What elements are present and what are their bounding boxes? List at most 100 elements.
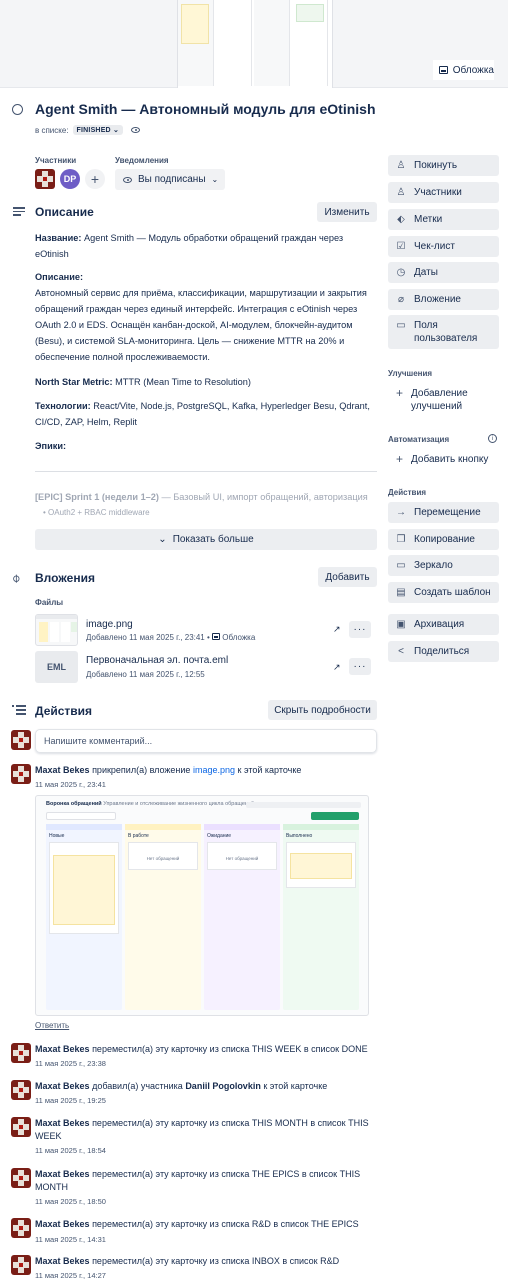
sidebar-labels-button[interactable]: ⬖ Метки: [388, 209, 499, 230]
activity-user[interactable]: Maxat Bekes: [35, 1169, 90, 1179]
sidebar-label: Копирование: [414, 534, 475, 545]
activity-entry: Maxat Bekes переместил(а) эту карточку и…: [35, 1218, 380, 1231]
sidebar-share-button[interactable]: < Поделиться: [388, 641, 499, 662]
activity-entry: Maxat Bekes переместил(а) эту карточку и…: [35, 1255, 380, 1268]
attachment-preview[interactable]: Воронка обращений Управление и отслежива…: [35, 795, 369, 1016]
card-title[interactable]: Agent Smith — Автономный модуль для eOti…: [35, 101, 376, 117]
sidebar-label: Вложение: [414, 294, 461, 305]
attachment-more-button[interactable]: ···: [349, 621, 371, 638]
activity-icon: [12, 705, 26, 715]
plus-icon: +: [396, 452, 404, 466]
activity-user[interactable]: Maxat Bekes: [35, 1044, 90, 1054]
description-body: Описание: Автономный сервис для приёма, к…: [35, 269, 375, 365]
nsm: North Star Metric: MTTR (Mean Time to Re…: [35, 374, 375, 390]
cover-button[interactable]: Обложка: [432, 60, 494, 80]
paperclip-icon: ⌀: [397, 294, 405, 305]
activity-time[interactable]: 11 мая 2025 г., 18:50: [35, 1197, 106, 1206]
activity-link[interactable]: image.png: [193, 765, 235, 775]
avatar: [11, 730, 31, 750]
avatar-dp[interactable]: DP: [60, 169, 80, 189]
sidebar-leave-button[interactable]: ♙ Покинуть: [388, 155, 499, 176]
avatar[interactable]: [35, 169, 55, 189]
sidebar-attachment-button[interactable]: ⌀ Вложение: [388, 289, 499, 310]
sidebar-custom-fields-button[interactable]: ▭ Поля пользователя: [388, 315, 499, 349]
sidebar-label: Участники: [414, 187, 462, 198]
sidebar-copy-button[interactable]: ❐ Копирование: [388, 529, 499, 550]
info-icon[interactable]: i: [488, 434, 497, 443]
sidebar-dates-button[interactable]: ◷ Даты: [388, 262, 499, 283]
sidebar-template-button[interactable]: ▤ Создать шаблон: [388, 582, 499, 603]
activity-entry: Maxat Bekes переместил(а) эту карточку и…: [35, 1168, 380, 1194]
activity-time[interactable]: 11 мая 2025 г., 18:54: [35, 1146, 106, 1155]
share-icon: <: [398, 646, 404, 657]
activity-time[interactable]: 11 мая 2025 г., 14:27: [35, 1271, 106, 1279]
cover-icon: [212, 633, 221, 640]
open-link-icon[interactable]: ↗: [333, 662, 341, 673]
activity-user[interactable]: Maxat Bekes: [35, 1219, 90, 1229]
activity-time[interactable]: 11 мая 2025 г., 23:41: [35, 780, 106, 789]
preview-column: Новые: [49, 833, 65, 839]
edit-description-button[interactable]: Изменить: [317, 202, 377, 222]
plus-icon: +: [396, 386, 404, 400]
list-badge[interactable]: FINISHED ⌄: [72, 125, 124, 135]
cover-image[interactable]: [177, 0, 333, 88]
person-icon: ♙: [396, 160, 406, 171]
epic1-label: [EPIC] Sprint 1 (недели 1–2): [35, 492, 159, 502]
mirror-icon: ▭: [396, 560, 406, 571]
preview-column: Выполнено: [286, 833, 313, 839]
attachment-more-button[interactable]: ···: [349, 658, 371, 675]
activity-entry: Maxat Bekes переместил(а) эту карточку и…: [35, 1117, 380, 1143]
avatar: [11, 1255, 31, 1275]
sidebar-label: Создать шаблон: [414, 587, 491, 598]
add-button-button[interactable]: + Добавить кнопку: [388, 453, 499, 466]
sidebar-label: Архивация: [414, 619, 465, 630]
activity-user[interactable]: Maxat Bekes: [35, 1118, 90, 1128]
comment-input[interactable]: Напишите комментарий...: [35, 729, 377, 753]
activity-time[interactable]: 11 мая 2025 г., 19:25: [35, 1096, 106, 1105]
sidebar-label: Перемещение: [414, 507, 481, 518]
sidebar-archive-button[interactable]: ▣ Архивация: [388, 614, 499, 635]
attachments-title: Вложения: [35, 571, 95, 585]
sidebar-mirror-button[interactable]: ▭ Зеркало: [388, 555, 499, 576]
sidebar-label: Чек-лист: [414, 241, 455, 252]
avatar: [11, 1168, 31, 1188]
technologies: Технологии: React/Vite, Node.js, Postgre…: [35, 398, 375, 430]
preview-empty: Нет обращений: [128, 842, 198, 870]
attachment-thumbnail[interactable]: [35, 614, 78, 646]
add-member-button[interactable]: +: [85, 169, 105, 189]
add-powerups-button[interactable]: + Добавление улучшений: [388, 387, 499, 413]
arrow-icon: →: [396, 507, 406, 518]
attachment-name[interactable]: Первоначальная эл. почта.eml: [86, 655, 228, 666]
description-icon: [13, 207, 25, 217]
watch-button[interactable]: Вы подписаны ⌄: [115, 169, 225, 190]
sidebar-label: Покинуть: [414, 160, 458, 171]
sidebar-checklist-button[interactable]: ☑ Чек-лист: [388, 236, 499, 257]
epic1-value: — Базовый UI, импорт обращений, авториза…: [161, 492, 368, 502]
activity-target[interactable]: Daniil Pogolovkin: [185, 1081, 261, 1091]
cover-icon: [438, 66, 448, 74]
activity-user[interactable]: Maxat Bekes: [35, 1081, 90, 1091]
actions-label: Действия: [388, 488, 427, 497]
complete-checkbox[interactable]: [12, 104, 23, 115]
activity-time[interactable]: 11 мая 2025 г., 23:38: [35, 1059, 106, 1068]
eml-thumbnail[interactable]: EML: [35, 651, 78, 683]
activity-time[interactable]: 11 мая 2025 г., 14:31: [35, 1235, 106, 1244]
person-icon: ♙: [396, 187, 406, 198]
chevron-down-icon: ⌄: [211, 175, 219, 184]
sidebar-members-button[interactable]: ♙ Участники: [388, 182, 499, 203]
activity-user[interactable]: Maxat Bekes: [35, 1256, 90, 1266]
hide-details-button[interactable]: Скрыть подробности: [268, 700, 377, 720]
open-link-icon[interactable]: ↗: [333, 624, 341, 635]
add-attachment-button[interactable]: Добавить: [318, 567, 377, 587]
cover-tag: Обложка: [222, 633, 256, 642]
reply-link[interactable]: Ответить: [35, 1021, 69, 1030]
avatar: [11, 1080, 31, 1100]
activity-user[interactable]: Maxat Bekes: [35, 765, 90, 775]
add-button-label: Добавить кнопку: [411, 454, 489, 465]
sidebar-move-button[interactable]: → Перемещение: [388, 502, 499, 523]
activity-tail: к этой карточке: [237, 765, 302, 775]
desc-value: Автономный сервис для приёма, классифика…: [35, 288, 367, 362]
name-value: Agent Smith — Модуль обработки обращений…: [35, 233, 344, 259]
attachment-name[interactable]: image.png: [86, 619, 133, 630]
show-more-button[interactable]: ⌄ Показать больше: [35, 529, 377, 550]
